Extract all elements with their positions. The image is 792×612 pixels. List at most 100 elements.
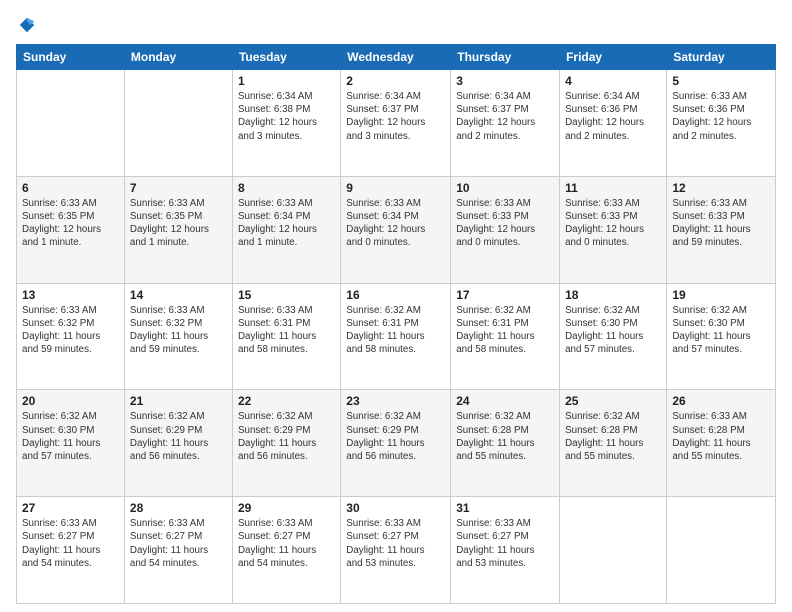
- day-info: Sunrise: 6:32 AM Sunset: 6:28 PM Dayligh…: [456, 410, 554, 463]
- day-number: 10: [456, 181, 554, 195]
- day-number: 30: [346, 501, 445, 515]
- day-info: Sunrise: 6:32 AM Sunset: 6:31 PM Dayligh…: [456, 304, 554, 357]
- day-number: 4: [565, 74, 661, 88]
- day-info: Sunrise: 6:33 AM Sunset: 6:35 PM Dayligh…: [22, 197, 119, 250]
- calendar-cell: 7 Sunrise: 6:33 AM Sunset: 6:35 PM Daylig…: [124, 176, 232, 283]
- day-info: Sunrise: 6:34 AM Sunset: 6:36 PM Dayligh…: [565, 90, 661, 143]
- day-info: Sunrise: 6:33 AM Sunset: 6:27 PM Dayligh…: [238, 517, 335, 570]
- calendar-cell: 19 Sunrise: 6:32 AM Sunset: 6:30 PM Dayli…: [667, 283, 776, 390]
- day-info: Sunrise: 6:32 AM Sunset: 6:28 PM Dayligh…: [565, 410, 661, 463]
- calendar-cell: 2 Sunrise: 6:34 AM Sunset: 6:37 PM Daylig…: [341, 70, 451, 177]
- day-number: 18: [565, 288, 661, 302]
- header: [16, 16, 776, 34]
- day-number: 21: [130, 394, 227, 408]
- calendar-cell: 28Sunrise: 6:33 AM Sunset: 6:27 PM Dayli…: [124, 497, 232, 604]
- calendar-cell: 8Sunrise: 6:33 AM Sunset: 6:34 PM Daylig…: [232, 176, 340, 283]
- day-info: Sunrise: 6:33 AM Sunset: 6:33 PM Dayligh…: [565, 197, 661, 250]
- day-number: 1: [238, 74, 335, 88]
- calendar-cell: 21Sunrise: 6:32 AM Sunset: 6:29 PM Dayli…: [124, 390, 232, 497]
- day-number: 13: [22, 288, 119, 302]
- calendar-cell: [124, 70, 232, 177]
- day-info: Sunrise: 6:33 AM Sunset: 6:34 PM Dayligh…: [346, 197, 445, 250]
- day-info: Sunrise: 6:32 AM Sunset: 6:30 PM Dayligh…: [672, 304, 770, 357]
- day-number: 6: [22, 181, 119, 195]
- logo-icon: [18, 16, 36, 34]
- calendar-cell: 25 Sunrise: 6:32 AM Sunset: 6:28 PM Dayli…: [560, 390, 667, 497]
- day-info: Sunrise: 6:33 AM Sunset: 6:32 PM Dayligh…: [22, 304, 119, 357]
- day-info: Sunrise: 6:34 AM Sunset: 6:37 PM Dayligh…: [346, 90, 445, 143]
- day-of-week-header: Sunday: [17, 45, 125, 70]
- calendar-cell: 15 Sunrise: 6:33 AM Sunset: 6:31 PM Dayli…: [232, 283, 340, 390]
- day-number: 9: [346, 181, 445, 195]
- day-info: Sunrise: 6:33 AM Sunset: 6:31 PM Dayligh…: [238, 304, 335, 357]
- calendar-week-row: 27 Sunrise: 6:33 AM Sunset: 6:27 PM Dayli…: [17, 497, 776, 604]
- calendar-cell: 18 Sunrise: 6:32 AM Sunset: 6:30 PM Dayli…: [560, 283, 667, 390]
- calendar-cell: 5 Sunrise: 6:33 AM Sunset: 6:36 PM Daylig…: [667, 70, 776, 177]
- calendar-cell: [667, 497, 776, 604]
- calendar-cell: 23 Sunrise: 6:32 AM Sunset: 6:29 PM Dayli…: [341, 390, 451, 497]
- day-number: 7: [130, 181, 227, 195]
- day-number: 25: [565, 394, 661, 408]
- calendar-week-row: 13 Sunrise: 6:33 AM Sunset: 6:32 PM Dayli…: [17, 283, 776, 390]
- day-number: 15: [238, 288, 335, 302]
- day-number: 28: [130, 501, 227, 515]
- day-info: Sunrise: 6:32 AM Sunset: 6:29 PM Dayligh…: [238, 410, 335, 463]
- day-of-week-header: Saturday: [667, 45, 776, 70]
- calendar-cell: 26 Sunrise: 6:33 AM Sunset: 6:28 PM Dayli…: [667, 390, 776, 497]
- day-number: 8: [238, 181, 335, 195]
- day-number: 29: [238, 501, 335, 515]
- calendar-cell: 17 Sunrise: 6:32 AM Sunset: 6:31 PM Dayli…: [451, 283, 560, 390]
- day-number: 17: [456, 288, 554, 302]
- calendar-cell: 30 Sunrise: 6:33 AM Sunset: 6:27 PM Dayli…: [341, 497, 451, 604]
- calendar-cell: 20 Sunrise: 6:32 AM Sunset: 6:30 PM Dayli…: [17, 390, 125, 497]
- day-number: 23: [346, 394, 445, 408]
- day-info: Sunrise: 6:33 AM Sunset: 6:28 PM Dayligh…: [672, 410, 770, 463]
- day-info: Sunrise: 6:32 AM Sunset: 6:29 PM Dayligh…: [346, 410, 445, 463]
- day-number: 27: [22, 501, 119, 515]
- day-info: Sunrise: 6:33 AM Sunset: 6:36 PM Dayligh…: [672, 90, 770, 143]
- day-info: Sunrise: 6:33 AM Sunset: 6:35 PM Dayligh…: [130, 197, 227, 250]
- day-of-week-header: Thursday: [451, 45, 560, 70]
- calendar-cell: 6 Sunrise: 6:33 AM Sunset: 6:35 PM Daylig…: [17, 176, 125, 283]
- calendar-cell: 22Sunrise: 6:32 AM Sunset: 6:29 PM Dayli…: [232, 390, 340, 497]
- day-info: Sunrise: 6:33 AM Sunset: 6:32 PM Dayligh…: [130, 304, 227, 357]
- day-of-week-header: Monday: [124, 45, 232, 70]
- day-number: 24: [456, 394, 554, 408]
- calendar-cell: 10 Sunrise: 6:33 AM Sunset: 6:33 PM Dayli…: [451, 176, 560, 283]
- day-info: Sunrise: 6:33 AM Sunset: 6:33 PM Dayligh…: [456, 197, 554, 250]
- header-row: SundayMondayTuesdayWednesdayThursdayFrid…: [17, 45, 776, 70]
- page-container: SundayMondayTuesdayWednesdayThursdayFrid…: [0, 0, 792, 612]
- calendar-week-row: 20 Sunrise: 6:32 AM Sunset: 6:30 PM Dayli…: [17, 390, 776, 497]
- calendar-cell: 12Sunrise: 6:33 AM Sunset: 6:33 PM Dayli…: [667, 176, 776, 283]
- day-info: Sunrise: 6:32 AM Sunset: 6:30 PM Dayligh…: [565, 304, 661, 357]
- calendar-cell: 4 Sunrise: 6:34 AM Sunset: 6:36 PM Daylig…: [560, 70, 667, 177]
- calendar-cell: 13 Sunrise: 6:33 AM Sunset: 6:32 PM Dayli…: [17, 283, 125, 390]
- day-info: Sunrise: 6:33 AM Sunset: 6:27 PM Dayligh…: [22, 517, 119, 570]
- calendar-cell: 9 Sunrise: 6:33 AM Sunset: 6:34 PM Daylig…: [341, 176, 451, 283]
- day-number: 16: [346, 288, 445, 302]
- calendar-week-row: 6 Sunrise: 6:33 AM Sunset: 6:35 PM Daylig…: [17, 176, 776, 283]
- day-info: Sunrise: 6:34 AM Sunset: 6:37 PM Dayligh…: [456, 90, 554, 143]
- day-number: 26: [672, 394, 770, 408]
- day-of-week-header: Friday: [560, 45, 667, 70]
- day-number: 5: [672, 74, 770, 88]
- day-number: 2: [346, 74, 445, 88]
- day-info: Sunrise: 6:34 AM Sunset: 6:38 PM Dayligh…: [238, 90, 335, 143]
- day-number: 14: [130, 288, 227, 302]
- calendar-cell: [560, 497, 667, 604]
- logo: [16, 16, 36, 34]
- day-number: 3: [456, 74, 554, 88]
- day-info: Sunrise: 6:32 AM Sunset: 6:30 PM Dayligh…: [22, 410, 119, 463]
- day-info: Sunrise: 6:33 AM Sunset: 6:27 PM Dayligh…: [346, 517, 445, 570]
- day-number: 19: [672, 288, 770, 302]
- calendar-cell: 16 Sunrise: 6:32 AM Sunset: 6:31 PM Dayli…: [341, 283, 451, 390]
- day-info: Sunrise: 6:32 AM Sunset: 6:31 PM Dayligh…: [346, 304, 445, 357]
- calendar-cell: [17, 70, 125, 177]
- day-number: 31: [456, 501, 554, 515]
- day-number: 20: [22, 394, 119, 408]
- day-of-week-header: Tuesday: [232, 45, 340, 70]
- day-of-week-header: Wednesday: [341, 45, 451, 70]
- calendar-cell: 29 Sunrise: 6:33 AM Sunset: 6:27 PM Dayli…: [232, 497, 340, 604]
- calendar-cell: 27 Sunrise: 6:33 AM Sunset: 6:27 PM Dayli…: [17, 497, 125, 604]
- calendar-table: SundayMondayTuesdayWednesdayThursdayFrid…: [16, 44, 776, 604]
